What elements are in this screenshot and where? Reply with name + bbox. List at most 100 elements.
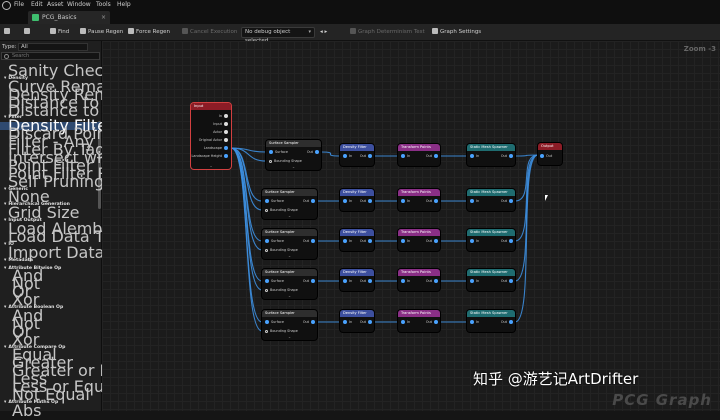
node-pin[interactable]: Surface <box>269 150 288 154</box>
expand-chevron-icon[interactable]: ⌄ <box>288 293 291 298</box>
tab-pcg-basics[interactable]: PCG_Basics × <box>28 11 110 24</box>
unreal-logo-icon[interactable] <box>2 1 11 10</box>
node-pin[interactable]: Original Actor <box>199 138 228 142</box>
node-pin[interactable]: Bounding Shape <box>265 288 298 292</box>
node-pin[interactable]: Out <box>426 239 438 243</box>
node-pin[interactable]: In <box>343 199 352 203</box>
node-pin[interactable]: In <box>343 154 352 158</box>
node-pin[interactable]: Bounding Shape <box>265 248 298 252</box>
node-pin[interactable]: In <box>401 320 410 324</box>
graph-settings-button[interactable]: Graph Settings <box>432 27 481 38</box>
node-pin[interactable]: Landscape <box>204 146 228 150</box>
surface-sampler-node[interactable]: Surface Sampler Surface Bounding Shape Out ⌄ <box>262 189 317 219</box>
palette-category[interactable]: Metadata <box>0 257 100 265</box>
density-filter-node[interactable]: Density Filter In Out <box>340 310 374 332</box>
node-pin[interactable]: Out <box>501 279 513 283</box>
pause-regen-button[interactable]: Pause Regen <box>80 27 123 38</box>
transform-points-node[interactable]: Transform Points In Out <box>398 269 440 291</box>
node-pin[interactable]: Out <box>303 199 315 203</box>
surface-sampler-node[interactable]: Surface Sampler Surface Bounding Shape Out ⌄ <box>262 310 317 340</box>
node-pin[interactable]: In <box>401 154 410 158</box>
palette-item[interactable]: Xor <box>0 331 100 347</box>
close-tab-icon[interactable]: × <box>101 11 106 24</box>
find-button[interactable]: Find <box>50 27 69 38</box>
transform-points-node[interactable]: Transform Points In Out <box>398 229 440 251</box>
save-button[interactable] <box>4 27 12 38</box>
node-pin[interactable]: Out <box>501 239 513 243</box>
node-pin[interactable]: Surface <box>265 239 284 243</box>
node-pin[interactable]: In <box>470 239 479 243</box>
node-pin[interactable]: In <box>219 114 228 118</box>
palette-item[interactable]: Not Equal <box>0 386 100 402</box>
node-pin[interactable]: Surface <box>265 279 284 283</box>
palette-item[interactable]: None <box>0 189 100 205</box>
node-pin[interactable]: Out <box>360 279 372 283</box>
node-pin[interactable]: Surface <box>265 320 284 324</box>
node-pin[interactable]: Out <box>360 239 372 243</box>
node-pin[interactable]: Landscape Height <box>191 154 228 158</box>
debug-object-dropdown[interactable]: No debug object selected ▾ <box>241 27 315 44</box>
menu-window[interactable]: Window <box>67 0 91 10</box>
node-pin[interactable]: In <box>343 320 352 324</box>
expand-chevron-icon[interactable]: ⌄ <box>292 164 295 169</box>
surface-sampler-node[interactable]: Surface Sampler Surface Bounding Shape Out ⌄ <box>262 269 317 299</box>
density-filter-node[interactable]: Density Filter In Out <box>340 144 374 166</box>
expand-chevron-icon[interactable]: ⌄ <box>288 253 291 258</box>
node-pin[interactable]: In <box>470 320 479 324</box>
node-pin[interactable]: In <box>343 279 352 283</box>
palette-item[interactable]: Grid Size <box>0 205 100 221</box>
node-pin[interactable]: In <box>470 279 479 283</box>
palette-item[interactable]: Self Pruning <box>0 173 104 189</box>
node-pin[interactable]: Out <box>360 154 372 158</box>
node-pin[interactable]: Out <box>360 199 372 203</box>
density-filter-node[interactable]: Density Filter In Out <box>340 229 374 251</box>
node-pin[interactable]: In <box>470 199 479 203</box>
expand-chevron-icon[interactable]: ⌄ <box>209 163 212 168</box>
node-pin[interactable]: Out <box>303 320 315 324</box>
palette-item[interactable]: Distance to Neighbors <box>0 102 186 118</box>
node-pin[interactable]: Out <box>426 199 438 203</box>
static-mesh-spawner-node[interactable]: Static Mesh Spawner In Out <box>467 310 515 332</box>
palette-item[interactable]: Import Data Table <box>0 244 151 260</box>
static-mesh-spawner-node[interactable]: Static Mesh Spawner In Out <box>467 144 515 166</box>
node-pin[interactable]: Out <box>307 150 319 154</box>
node-pin[interactable]: Surface <box>265 199 284 203</box>
node-pin[interactable]: Bounding Shape <box>265 208 298 212</box>
palette-item[interactable]: Sanity Check Point Data <box>0 63 201 79</box>
transform-points-node[interactable]: Transform Points In Out <box>398 189 440 211</box>
node-pin[interactable]: Out <box>303 239 315 243</box>
palette-item[interactable]: Xor <box>0 292 100 308</box>
static-mesh-spawner-node[interactable]: Static Mesh Spawner In Out <box>467 269 515 291</box>
node-pin[interactable]: Out <box>540 154 552 158</box>
menu-tools[interactable]: Tools <box>96 0 111 10</box>
expand-chevron-icon[interactable]: ⌄ <box>288 213 291 218</box>
expand-chevron-icon[interactable]: ⌄ <box>288 334 291 339</box>
type-dropdown[interactable]: All <box>18 43 88 51</box>
transform-points-node[interactable]: Transform Points In Out <box>398 144 440 166</box>
browse-button[interactable] <box>24 27 32 38</box>
menu-asset[interactable]: Asset <box>47 0 63 10</box>
palette-item[interactable]: Load Data Table <box>0 228 136 244</box>
menu-help[interactable]: Help <box>117 0 131 10</box>
node-pin[interactable]: Out <box>426 320 438 324</box>
node-pin[interactable]: In <box>401 239 410 243</box>
static-mesh-spawner-node[interactable]: Static Mesh Spawner In Out <box>467 229 515 251</box>
static-mesh-spawner-node[interactable]: Static Mesh Spawner In Out <box>467 189 515 211</box>
node-pin[interactable]: In <box>343 239 352 243</box>
node-pin[interactable]: Out <box>501 320 513 324</box>
node-pin[interactable]: Bounding Shape <box>265 329 298 333</box>
node-pin[interactable]: In <box>401 199 410 203</box>
force-regen-button[interactable]: Force Regen <box>128 27 170 38</box>
menu-edit[interactable]: Edit <box>31 0 43 10</box>
graph-canvas[interactable]: Input In Input Actor Original Actor Landscape… <box>102 41 720 411</box>
node-pin[interactable]: Actor <box>213 130 228 134</box>
density-filter-node[interactable]: Density Filter In Out <box>340 269 374 291</box>
node-pin[interactable]: Input <box>213 122 228 126</box>
surface-sampler-node[interactable]: Surface Sampler Surface Bounding Shape Out ⌄ <box>266 140 321 170</box>
density-filter-node[interactable]: Density Filter In Out <box>340 189 374 211</box>
node-pin[interactable]: In <box>470 154 479 158</box>
node-pin[interactable]: In <box>401 279 410 283</box>
node-pin[interactable]: Out <box>426 279 438 283</box>
palette-search-input[interactable]: Search <box>1 52 100 60</box>
input-node[interactable]: Input In Input Actor Original Actor Landscape… <box>191 103 231 169</box>
